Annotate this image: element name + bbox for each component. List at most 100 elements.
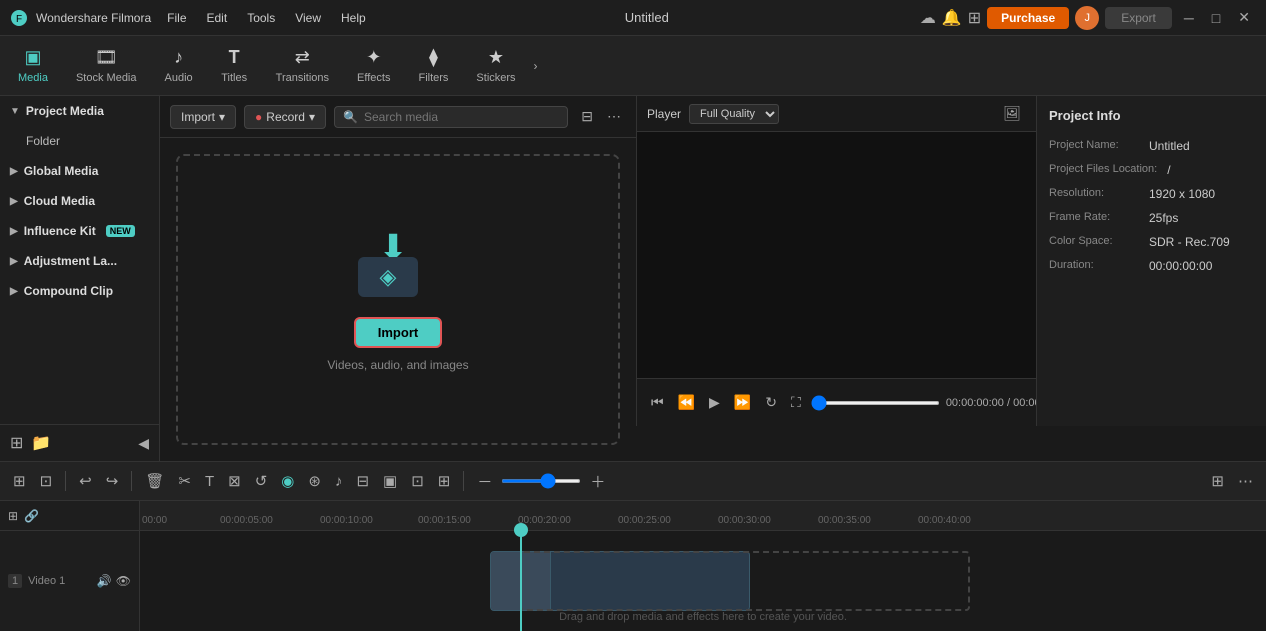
user-avatar[interactable]: J bbox=[1075, 6, 1099, 30]
timeline-ruler: 00:00 00:00:05:00 00:00:10:00 00:00:15:0… bbox=[140, 501, 1266, 531]
zoom-out-button[interactable]: － bbox=[472, 468, 497, 495]
titlebar-left: F Wondershare Filmora File Edit Tools Vi… bbox=[10, 7, 374, 29]
record-button-small[interactable]: ● Record ▾ bbox=[244, 105, 326, 129]
import-big-button[interactable]: Import bbox=[354, 317, 442, 348]
import-icon-area: ⬇ ◈ bbox=[358, 227, 438, 307]
loop-button[interactable]: ↻ bbox=[761, 392, 781, 413]
crop-button[interactable]: ⊠ bbox=[223, 469, 246, 493]
filter-action-button[interactable]: ⊟ bbox=[576, 105, 598, 128]
full-screen-button[interactable]: ⛶ bbox=[787, 392, 805, 413]
export-button[interactable]: Export bbox=[1105, 7, 1172, 29]
ruler-mark-1: 00:00:05:00 bbox=[220, 515, 273, 526]
undo-button[interactable]: ↩ bbox=[74, 469, 97, 493]
icon-grid[interactable]: ⊞ bbox=[968, 8, 981, 28]
maximize-button[interactable]: □ bbox=[1206, 8, 1226, 28]
main-toolbar: ▣ Media 🎞 Stock Media ♪ Audio T Titles ⇄… bbox=[0, 36, 1266, 96]
close-button[interactable]: ✕ bbox=[1232, 7, 1256, 28]
titles-label: Titles bbox=[221, 72, 247, 84]
overlay2-button[interactable]: ⊡ bbox=[406, 469, 429, 493]
sidebar-global-media[interactable]: ▶ Global Media bbox=[0, 156, 159, 186]
redo-button[interactable]: ↪ bbox=[101, 469, 124, 493]
chevron-right-icon5: ▶ bbox=[10, 286, 18, 297]
titlebar-right: ☁ 🔔 ⊞ Purchase J Export ─ □ ✕ bbox=[920, 6, 1256, 30]
zoom-slider[interactable] bbox=[501, 479, 581, 483]
scene-detect-button[interactable]: ⊞ bbox=[8, 469, 31, 493]
player-screenshot-button[interactable]: 🖼 bbox=[998, 102, 1026, 125]
icon-bell[interactable]: 🔔 bbox=[942, 8, 962, 28]
color-wheel-button[interactable]: ◉ bbox=[276, 469, 299, 493]
timeline: ⊞ 🔗 1 Video 1 🔊 👁 00:00 00:00:05:00 00:0… bbox=[0, 501, 1266, 631]
chevron-right-icon2: ▶ bbox=[10, 196, 18, 207]
magnetic-button[interactable]: ⊡ bbox=[35, 469, 58, 493]
sidebar-folder[interactable]: Folder bbox=[4, 127, 155, 155]
effects-icon: ✦ bbox=[366, 47, 381, 68]
create-bin-icon[interactable]: 📁 bbox=[31, 433, 51, 453]
toolbar-transitions[interactable]: ⇄ Transitions bbox=[262, 36, 343, 95]
toolbar-audio[interactable]: ♪ Audio bbox=[151, 36, 207, 95]
more-action-button[interactable]: ⋯ bbox=[602, 105, 626, 128]
more-options-button[interactable]: ⋯ bbox=[1233, 469, 1258, 493]
sidebar-adjustment[interactable]: ▶ Adjustment La... bbox=[0, 246, 159, 276]
quality-select[interactable]: Full Quality bbox=[689, 104, 779, 124]
frame-backward-button[interactable]: ⏪ bbox=[674, 392, 699, 413]
menu-view[interactable]: View bbox=[287, 7, 329, 29]
cut-button[interactable]: ✂ bbox=[173, 469, 196, 493]
resolution-row: Resolution: 1920 x 1080 bbox=[1049, 187, 1254, 201]
filmora-icon: ◈ bbox=[380, 264, 397, 290]
add-track-icon[interactable]: ⊞ bbox=[8, 509, 18, 523]
timeline-tracks: Drag and drop media and effects here to … bbox=[140, 531, 1266, 631]
delete-button[interactable]: 🗑 bbox=[140, 469, 169, 493]
titles-icon: T bbox=[229, 47, 240, 68]
sidebar-influence-kit[interactable]: ▶ Influence Kit NEW bbox=[0, 216, 159, 246]
zoom-in-button[interactable]: ＋ bbox=[585, 468, 610, 495]
ai-button[interactable]: ⊛ bbox=[303, 469, 326, 493]
track-eye-icon[interactable]: 👁 bbox=[116, 574, 131, 588]
project-name-label: Project Name: bbox=[1049, 139, 1139, 151]
frame-rate-row: Frame Rate: 25fps bbox=[1049, 211, 1254, 225]
link-icon[interactable]: 🔗 bbox=[24, 509, 39, 523]
icon-cloud[interactable]: ☁ bbox=[920, 8, 936, 28]
menu-edit[interactable]: Edit bbox=[199, 7, 236, 29]
sidebar-compound-clip[interactable]: ▶ Compound Clip bbox=[0, 276, 159, 306]
sidebar-project-media[interactable]: ▼ Project Media bbox=[0, 96, 159, 126]
toolbar-effects[interactable]: ✦ Effects bbox=[343, 36, 404, 95]
stickers-label: Stickers bbox=[476, 72, 515, 84]
toolbar-titles[interactable]: T Titles bbox=[207, 36, 262, 95]
playhead-handle[interactable] bbox=[514, 523, 528, 537]
menu-tools[interactable]: Tools bbox=[239, 7, 283, 29]
toolbar-stickers[interactable]: ★ Stickers bbox=[462, 36, 529, 95]
menu-file[interactable]: File bbox=[159, 7, 194, 29]
step-backward-button[interactable]: ⏮ bbox=[647, 392, 668, 413]
playhead[interactable] bbox=[520, 531, 522, 631]
menu-help[interactable]: Help bbox=[333, 7, 374, 29]
purchase-button[interactable]: Purchase bbox=[987, 7, 1069, 29]
video-overlay-button[interactable]: ▣ bbox=[378, 469, 402, 493]
resolution-value: 1920 x 1080 bbox=[1149, 187, 1215, 201]
split-button[interactable]: ⊟ bbox=[351, 469, 374, 493]
text-button[interactable]: T bbox=[200, 470, 219, 493]
minimize-button[interactable]: ─ bbox=[1178, 8, 1200, 28]
toolbar-more[interactable]: › bbox=[530, 36, 542, 95]
player-controls: ⏮ ⏪ ▶ ⏩ ↻ ⛶ 00:00:00:00 / 00:00:00:00 { … bbox=[637, 378, 1036, 426]
overlay3-button[interactable]: ⊞ bbox=[433, 469, 456, 493]
toolbar-stock-media[interactable]: 🎞 Stock Media bbox=[62, 36, 151, 95]
search-input[interactable] bbox=[364, 110, 559, 124]
play-button[interactable]: ▶ bbox=[705, 392, 724, 413]
add-folder-icon[interactable]: ⊞ bbox=[10, 433, 23, 453]
app-title: Wondershare Filmora bbox=[36, 11, 151, 25]
rotate-button[interactable]: ↺ bbox=[250, 469, 273, 493]
toolbar-filters[interactable]: ⧫ Filters bbox=[404, 36, 462, 95]
audio-fx-button[interactable]: ♪ bbox=[330, 470, 348, 493]
collapse-sidebar-icon[interactable]: ◀ bbox=[138, 435, 149, 452]
toolbar-media[interactable]: ▣ Media bbox=[4, 36, 62, 95]
import-button-small[interactable]: Import ▾ bbox=[170, 105, 236, 129]
record-dot-icon: ● bbox=[255, 110, 262, 124]
player-label: Player bbox=[647, 107, 681, 121]
track-speaker-icon[interactable]: 🔊 bbox=[97, 574, 112, 588]
layout-button[interactable]: ⊞ bbox=[1206, 469, 1229, 493]
sidebar-cloud-media[interactable]: ▶ Cloud Media bbox=[0, 186, 159, 216]
frame-forward-button[interactable]: ⏩ bbox=[730, 392, 755, 413]
color-space-row: Color Space: SDR - Rec.709 bbox=[1049, 235, 1254, 249]
track-controls: 🔊 👁 bbox=[97, 574, 131, 588]
playback-slider[interactable] bbox=[811, 401, 940, 405]
